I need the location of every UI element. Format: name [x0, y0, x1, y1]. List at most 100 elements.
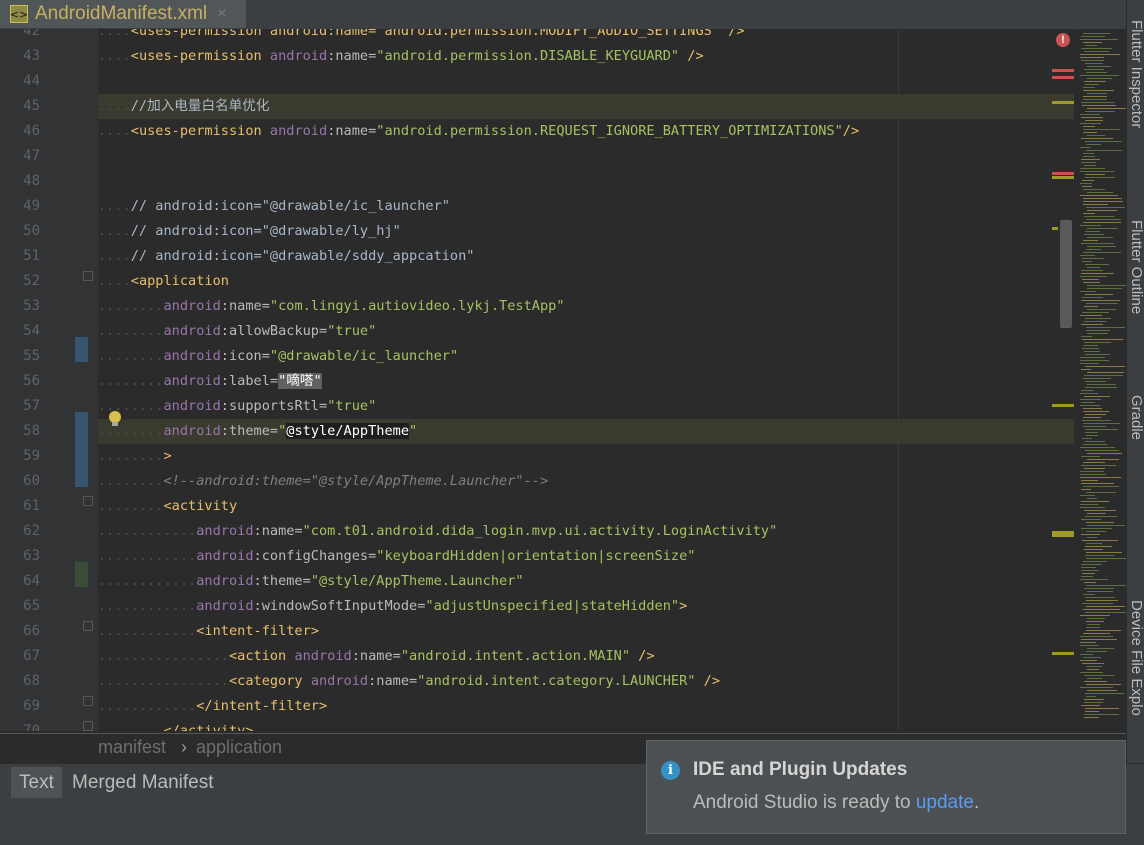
- intention-lightbulb-icon[interactable]: [107, 409, 123, 429]
- minimap-line: [1080, 39, 1118, 40]
- minimap-line: [1087, 228, 1118, 229]
- minimap-line: [1080, 195, 1118, 196]
- change-marker[interactable]: [75, 562, 88, 587]
- error-indicator-icon[interactable]: !: [1056, 33, 1070, 47]
- minimap-line: [1086, 651, 1107, 652]
- flutter-outline-tab[interactable]: Flutter Outline: [1127, 220, 1144, 314]
- minimap-line: [1082, 540, 1118, 541]
- vertical-scrollbar[interactable]: [1060, 220, 1072, 328]
- code-line[interactable]: ................<action android:name="an…: [98, 644, 655, 669]
- breadcrumb-application[interactable]: application: [196, 737, 282, 758]
- line-number: 45: [23, 98, 40, 114]
- code-line[interactable]: ....<uses-permission android:name="andro…: [98, 119, 859, 144]
- code-line[interactable]: ....// android:icon="@drawable/ic_launch…: [98, 194, 450, 219]
- code-token: category: [237, 673, 303, 689]
- tab-android-manifest[interactable]: <> AndroidManifest.xml ×: [0, 0, 246, 28]
- code-line[interactable]: ........android:theme="@style/AppTheme": [98, 419, 417, 444]
- warning-stripe-marker[interactable]: [1052, 227, 1058, 230]
- warning-stripe-marker[interactable]: [1052, 404, 1074, 407]
- minimap-line: [1087, 678, 1102, 679]
- code-line[interactable]: ....//加入电量白名单优化: [98, 94, 269, 119]
- code-line[interactable]: ........android:label="嘀嗒": [98, 369, 322, 394]
- minimap-line: [1080, 477, 1121, 478]
- minimap-line: [1081, 402, 1095, 403]
- code-token: uses-permission: [138, 48, 262, 64]
- minimap-line: [1087, 192, 1113, 193]
- code-token: <: [130, 273, 139, 289]
- code-line[interactable]: ........</activity>: [98, 719, 254, 731]
- code-line[interactable]: ............<intent-filter>: [98, 619, 319, 644]
- warning-stripe-marker[interactable]: [1052, 652, 1074, 655]
- code-line[interactable]: ....<application: [98, 269, 229, 294]
- code-line[interactable]: ........android:supportsRtl="true": [98, 394, 376, 419]
- minimap-line: [1083, 213, 1095, 214]
- line-number: 61: [23, 498, 40, 514]
- change-marker[interactable]: [75, 337, 88, 362]
- code-line[interactable]: ............android:name="com.t01.androi…: [98, 519, 777, 544]
- minimap-line: [1083, 282, 1100, 283]
- code-line[interactable]: ....// android:icon="@drawable/ly_hj": [98, 219, 401, 244]
- update-notification[interactable]: i IDE and Plugin Updates Android Studio …: [646, 740, 1126, 834]
- minimap-line: [1080, 615, 1110, 616]
- minimap-line: [1087, 537, 1097, 538]
- fold-icon[interactable]: [83, 271, 93, 281]
- fold-icon[interactable]: [83, 696, 93, 706]
- code-line[interactable]: ........android:icon="@drawable/ic_launc…: [98, 344, 458, 369]
- code-token: "android.permission.DISABLE_KEYGUARD": [376, 48, 680, 64]
- tab-merged-manifest[interactable]: Merged Manifest: [64, 767, 222, 798]
- warning-stripe-marker[interactable]: [1052, 531, 1074, 537]
- flutter-inspector-tab[interactable]: Flutter Inspector: [1127, 20, 1144, 128]
- minimap-line: [1082, 438, 1092, 439]
- code-line[interactable]: ........android:name="com.lingyi.autiovi…: [98, 294, 565, 319]
- device-file-explorer-tab[interactable]: Device File Explo: [1127, 600, 1144, 716]
- tab-text[interactable]: Text: [11, 767, 62, 798]
- error-stripe-marker[interactable]: [1052, 172, 1074, 175]
- breadcrumb-manifest[interactable]: manifest: [98, 737, 166, 758]
- warning-stripe-marker[interactable]: [1052, 176, 1074, 179]
- code-editor[interactable]: ....<uses-permission android:name="andro…: [98, 29, 1074, 731]
- line-number: 54: [23, 323, 40, 339]
- code-token: uses-permission: [138, 123, 262, 139]
- fold-icon[interactable]: [83, 496, 93, 506]
- code-line[interactable]: ............</intent-filter>: [98, 694, 327, 719]
- error-stripe-marker[interactable]: [1052, 76, 1074, 79]
- minimap-line: [1083, 156, 1095, 157]
- tab-title: AndroidManifest.xml: [35, 3, 208, 24]
- warning-stripe-marker[interactable]: [1052, 101, 1074, 104]
- code-line[interactable]: ............android:windowSoftInputMode=…: [98, 594, 687, 619]
- code-line[interactable]: ........<activity: [98, 494, 237, 519]
- minimap-line: [1083, 240, 1098, 241]
- code-minimap[interactable]: [1076, 29, 1127, 729]
- code-line[interactable]: ....<uses-permission android:name="andro…: [98, 44, 704, 69]
- minimap-line: [1080, 183, 1092, 184]
- minimap-line: [1081, 501, 1109, 502]
- minimap-line: [1080, 75, 1119, 76]
- minimap-line: [1081, 60, 1104, 61]
- gradle-tab[interactable]: Gradle: [1127, 395, 1144, 440]
- minimap-line: [1081, 162, 1096, 163]
- minimap-line: [1085, 231, 1100, 232]
- minimap-line: [1085, 111, 1115, 112]
- update-link[interactable]: update: [916, 792, 974, 813]
- code-line[interactable]: ....// android:icon="@drawable/sddy_appc…: [98, 244, 474, 269]
- change-marker[interactable]: [75, 412, 88, 487]
- code-line[interactable]: ............android:theme="@style/AppThe…: [98, 569, 524, 594]
- close-icon[interactable]: ×: [217, 5, 226, 23]
- fold-icon[interactable]: [83, 721, 93, 731]
- minimap-line: [1085, 318, 1111, 319]
- code-line[interactable]: ............android:configChanges="keybo…: [98, 544, 695, 569]
- code-line[interactable]: ........android:allowBackup="true": [98, 319, 376, 344]
- code-token: ....: [98, 29, 131, 39]
- code-line[interactable]: ....<uses-permission android:name="andro…: [98, 29, 745, 44]
- minimap-line: [1085, 354, 1110, 355]
- error-stripe-marker[interactable]: [1052, 69, 1074, 72]
- code-token: ........: [98, 348, 164, 364]
- code-line[interactable]: ................<category android:name="…: [98, 669, 720, 694]
- code-line[interactable]: ........<!--android:theme="@style/AppThe…: [98, 469, 548, 494]
- code-line[interactable]: ........>: [98, 444, 172, 469]
- minimap-line: [1083, 33, 1110, 34]
- right-margin-guide: [898, 29, 899, 731]
- code-token: ....: [98, 48, 131, 64]
- fold-icon[interactable]: [83, 621, 93, 631]
